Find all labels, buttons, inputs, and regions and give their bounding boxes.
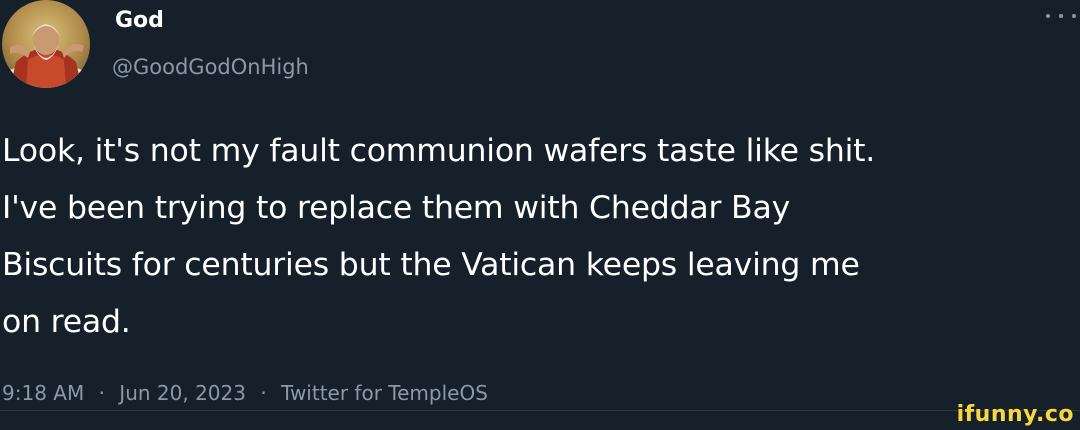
- tweet-time-link[interactable]: 9:18 AM: [2, 381, 84, 405]
- more-dots-icon: [1072, 14, 1076, 18]
- footer-bar: [0, 410, 1080, 430]
- author-avatar[interactable]: [2, 0, 90, 88]
- tweet-meta: 9:18 AM · Jun 20, 2023 · Twitter for Tem…: [2, 378, 488, 408]
- tweet-text-line: I've been trying to replace them with Ch…: [2, 190, 791, 226]
- meta-separator: ·: [98, 381, 105, 405]
- more-dots-icon: [1046, 14, 1050, 18]
- tweet-date-link[interactable]: Jun 20, 2023: [119, 381, 246, 405]
- meta-separator: ·: [260, 381, 267, 405]
- tweet-text-line: on read.: [2, 304, 131, 340]
- tweet-text-line: Biscuits for centuries but the Vatican k…: [2, 247, 860, 283]
- more-dots-icon: [1059, 14, 1063, 18]
- author-display-name[interactable]: God: [115, 6, 164, 36]
- tweet-source-link[interactable]: Twitter for TempleOS: [281, 381, 488, 405]
- author-handle[interactable]: @GoodGodOnHigh: [112, 52, 309, 82]
- tweet-text-line: Look, it's not my fault communion wafers…: [2, 133, 876, 169]
- tweet-text: Look, it's not my fault communion wafers…: [2, 123, 1078, 351]
- more-options-button[interactable]: [1046, 6, 1076, 26]
- tweet-card: God @GoodGodOnHigh Look, it's not my fau…: [0, 0, 1080, 410]
- painting-portrait-avatar-icon: [2, 0, 90, 88]
- ifunny-watermark: ifunny.co: [956, 402, 1074, 427]
